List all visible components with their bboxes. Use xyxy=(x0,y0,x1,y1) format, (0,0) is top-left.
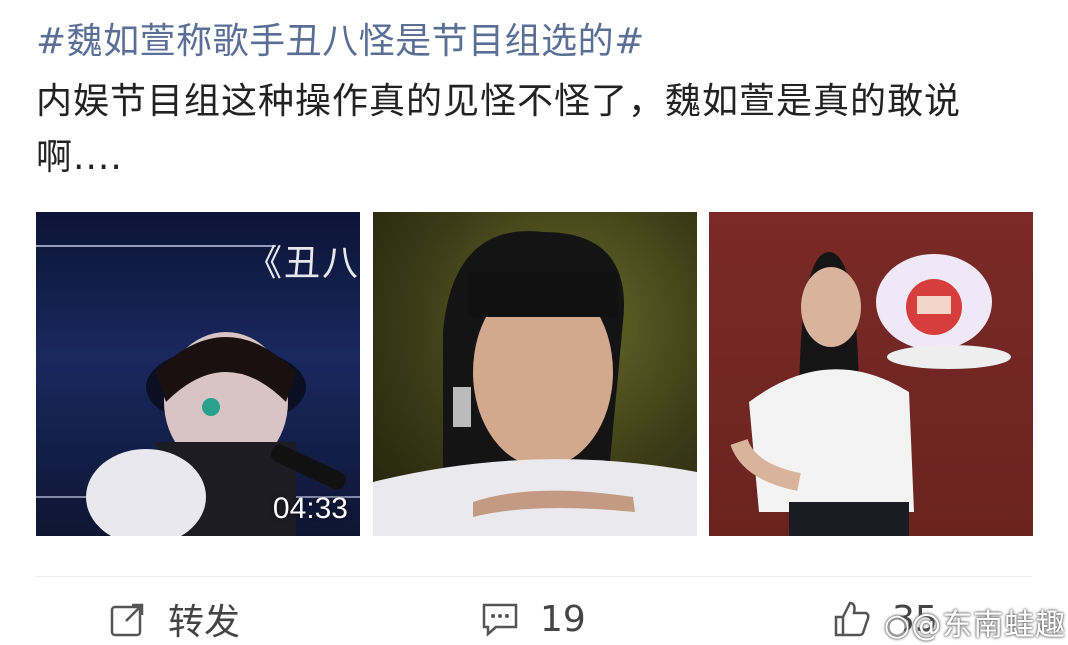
comment-count: 19 xyxy=(540,598,586,640)
weibo-logo-icon: ◉ xyxy=(884,608,912,643)
repost-button[interactable]: 转发 xyxy=(108,596,241,643)
comment-button[interactable]: 19 xyxy=(480,596,586,642)
video-thumbnail[interactable]: 《丑八 04:33 xyxy=(36,212,360,536)
photo-portrait[interactable] xyxy=(373,212,697,536)
video-overlay-title: 《丑八 xyxy=(245,243,360,284)
repost-label: 转发 xyxy=(168,602,241,643)
divider xyxy=(36,576,1032,577)
watermark: ◉@东南蛙趣 xyxy=(884,600,1066,644)
video-duration: 04:33 xyxy=(272,492,348,525)
photo-portrait-art xyxy=(373,231,697,536)
watermark-text: @东南蛙趣 xyxy=(911,608,1067,643)
photo-trophy[interactable] xyxy=(709,212,1033,536)
comment-icon xyxy=(482,603,518,637)
post-text: 内娱节目组这种操作真的见怪不怪了，魏如萱是真的敢说啊.... xyxy=(36,81,962,178)
repost-icon xyxy=(110,603,144,637)
post-topic[interactable]: #魏如萱称歌手丑八怪是节目组选的# xyxy=(36,14,645,70)
like-icon xyxy=(834,601,870,637)
photo-trophy-art xyxy=(730,252,1011,536)
